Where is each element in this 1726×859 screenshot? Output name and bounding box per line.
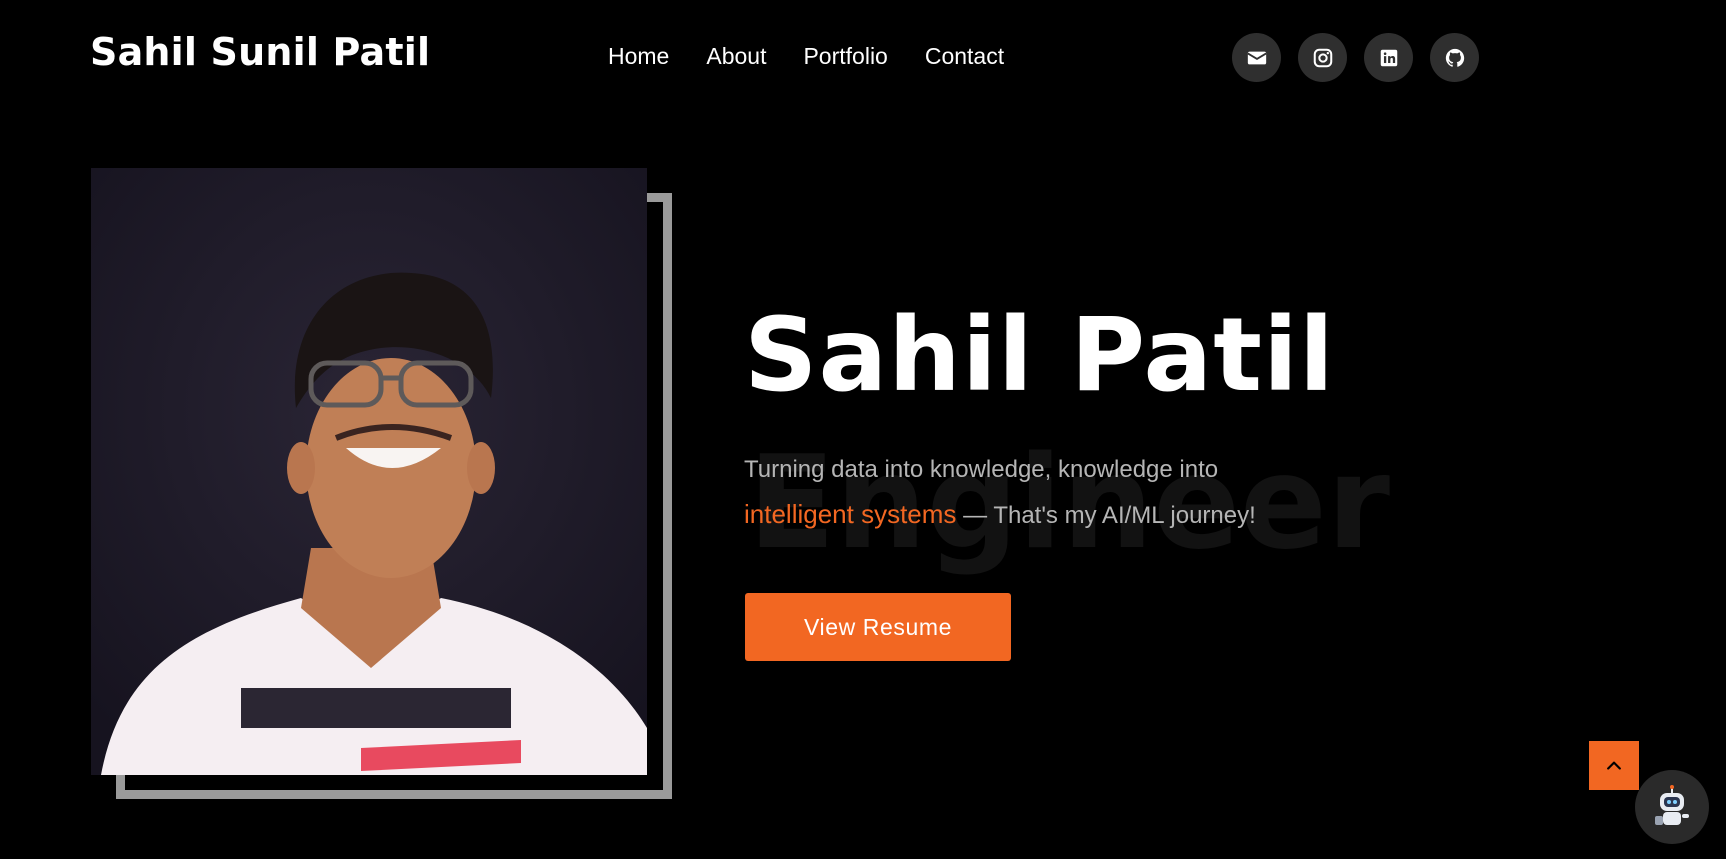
tagline-accent: intelligent systems xyxy=(744,499,957,529)
hero-name: Sahil Patil xyxy=(744,296,1335,415)
view-resume-button[interactable]: View Resume xyxy=(745,593,1011,661)
instagram-link[interactable] xyxy=(1298,33,1347,82)
email-icon xyxy=(1246,51,1267,64)
email-link[interactable] xyxy=(1232,33,1281,82)
chatbot-button[interactable] xyxy=(1635,770,1709,844)
robot-icon xyxy=(1655,785,1689,825)
nav-about[interactable]: About xyxy=(706,43,766,70)
nav-contact[interactable]: Contact xyxy=(925,43,1004,70)
tagline-line1: Turning data into knowledge, knowledge i… xyxy=(744,456,1219,483)
linkedin-link[interactable] xyxy=(1364,33,1413,82)
tagline-rest: — That's my AI/ML journey! xyxy=(956,502,1256,529)
site-brand[interactable]: Sahil Sunil Patil xyxy=(90,30,430,74)
main-nav: Home About Portfolio Contact xyxy=(608,43,1004,70)
profile-photo: SARIT xyxy=(91,168,647,775)
chevron-up-icon xyxy=(1607,761,1621,770)
shirt-text: SARIT xyxy=(246,728,348,766)
github-link[interactable] xyxy=(1430,33,1479,82)
instagram-icon xyxy=(1313,48,1332,67)
social-links xyxy=(1232,33,1479,82)
nav-portfolio[interactable]: Portfolio xyxy=(803,43,887,70)
github-icon xyxy=(1445,48,1464,67)
hero-tagline: Turning data into knowledge, knowledge i… xyxy=(744,448,1256,538)
linkedin-icon xyxy=(1380,49,1397,66)
back-to-top-button[interactable] xyxy=(1589,741,1639,790)
nav-home[interactable]: Home xyxy=(608,43,669,70)
